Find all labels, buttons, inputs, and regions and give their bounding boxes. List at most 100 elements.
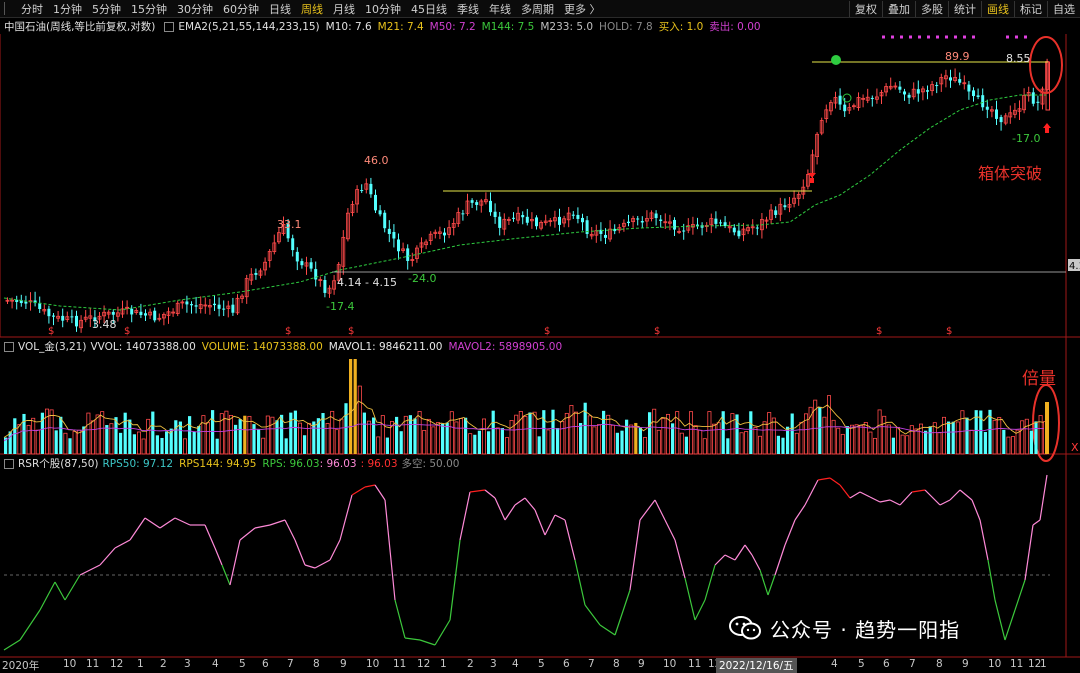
candle (861, 94, 865, 108)
rsr-line-segment (459, 491, 471, 541)
rsr-line-segment (664, 519, 676, 541)
candle (374, 189, 377, 214)
candle (65, 311, 70, 323)
candle-body (967, 84, 971, 92)
axis-tick-label: 2 (160, 658, 167, 670)
rsr-name[interactable]: RSR个股(87,50) (18, 456, 99, 471)
vol-settings-icon[interactable] (4, 341, 14, 352)
rsr-settings-icon[interactable] (4, 458, 14, 469)
candle (157, 313, 162, 322)
mavol1-value: MAVOL1: 9846211.00 (328, 340, 443, 353)
rsr-line-segment (129, 517, 146, 541)
candle (640, 216, 644, 228)
volume-bar (261, 437, 266, 455)
candle (213, 294, 216, 311)
candle (153, 307, 157, 323)
right-price-tag-text: 4.1 (1069, 261, 1080, 272)
axis-tick-label: 9 (340, 658, 347, 670)
candle (976, 88, 980, 100)
candle-body (222, 308, 226, 310)
signal-marker: $ (285, 326, 291, 337)
volume-bar (992, 419, 997, 455)
volume-bar (781, 437, 785, 454)
volume-bar (441, 423, 445, 454)
rsr-line-segment (959, 489, 973, 501)
candle (700, 222, 704, 236)
rsr-line-segment (1039, 474, 1048, 521)
volume-bar (914, 428, 919, 455)
volume-bar (620, 430, 624, 454)
candle-body (295, 251, 299, 262)
candle (323, 275, 327, 298)
signal-marker: $ (544, 326, 550, 337)
candle (456, 207, 461, 227)
rsr-line-segment (314, 559, 331, 569)
candle (613, 224, 617, 235)
candle (1008, 105, 1013, 124)
volume-bar (334, 429, 339, 455)
candle-body (153, 310, 157, 321)
rsr-line-segment (949, 489, 961, 501)
signal-marker: $ (876, 326, 882, 337)
rsr-line-segment (724, 554, 736, 561)
volume-bar (458, 418, 463, 455)
candle-body (378, 210, 382, 215)
candle (516, 206, 520, 224)
candle (939, 73, 944, 92)
candle-body (999, 117, 1003, 123)
candle-body (443, 232, 446, 236)
candle (295, 247, 299, 271)
candle (447, 220, 452, 239)
price-label: 89.9 (945, 50, 970, 63)
volume-bar (182, 438, 187, 455)
candle (543, 214, 548, 226)
volume-bar (192, 431, 196, 454)
chart-canvas[interactable]: $ $ $ $ $ $ $ $ 3.48 33.1 -17.4 4.14 - 4.15 46.0 -24… (0, 0, 1080, 672)
candle (801, 179, 806, 200)
candle-body (627, 221, 630, 223)
candle (300, 258, 304, 269)
volume-bar (615, 432, 619, 454)
rsr-line-segment (434, 619, 451, 646)
candle-body (70, 316, 74, 318)
axis-tick-label: 4 (512, 658, 519, 670)
volume-bar (845, 426, 849, 454)
rps-v1: : 96.03 (319, 457, 357, 470)
rsr-line-segment (544, 514, 556, 536)
volume-bar (528, 412, 532, 454)
rsr-line-segment (364, 484, 376, 488)
volume-bar (477, 430, 481, 454)
volume-bar (339, 418, 344, 455)
volume-bar (49, 409, 54, 455)
candle (792, 190, 796, 208)
vol-name[interactable]: VOL_金(3,21) (18, 339, 86, 354)
rsr-line-segment (849, 491, 861, 499)
rsr-line-segment (1024, 524, 1034, 581)
candle (134, 307, 139, 315)
candle (571, 211, 575, 219)
candle (585, 216, 589, 239)
volume-bar (426, 418, 431, 455)
volume-bar-breakout (1045, 402, 1049, 454)
rsr-line-segment (449, 539, 461, 621)
candle (47, 305, 51, 324)
volume-bar (188, 416, 192, 454)
candle (332, 275, 337, 295)
axis-tick-label: 10 (366, 658, 380, 670)
price-label-layer: 3.48 33.1 -17.4 4.14 - 4.15 46.0 -24.0 89.9 -17… (92, 50, 1080, 454)
candle (180, 299, 185, 309)
volume-bar (146, 418, 151, 455)
volume-bar (928, 426, 932, 454)
volume-bar (68, 438, 72, 454)
volume-bar (31, 417, 36, 455)
volume-bar (357, 385, 362, 455)
candle-body (926, 90, 929, 92)
candle (314, 261, 318, 287)
candle-body (903, 91, 906, 95)
volume-bar (753, 427, 758, 455)
candle (916, 80, 920, 102)
volume-bar (762, 421, 767, 455)
volume-bar (86, 412, 91, 455)
rsr-line-segment (694, 599, 706, 621)
volume-bar (638, 427, 642, 454)
